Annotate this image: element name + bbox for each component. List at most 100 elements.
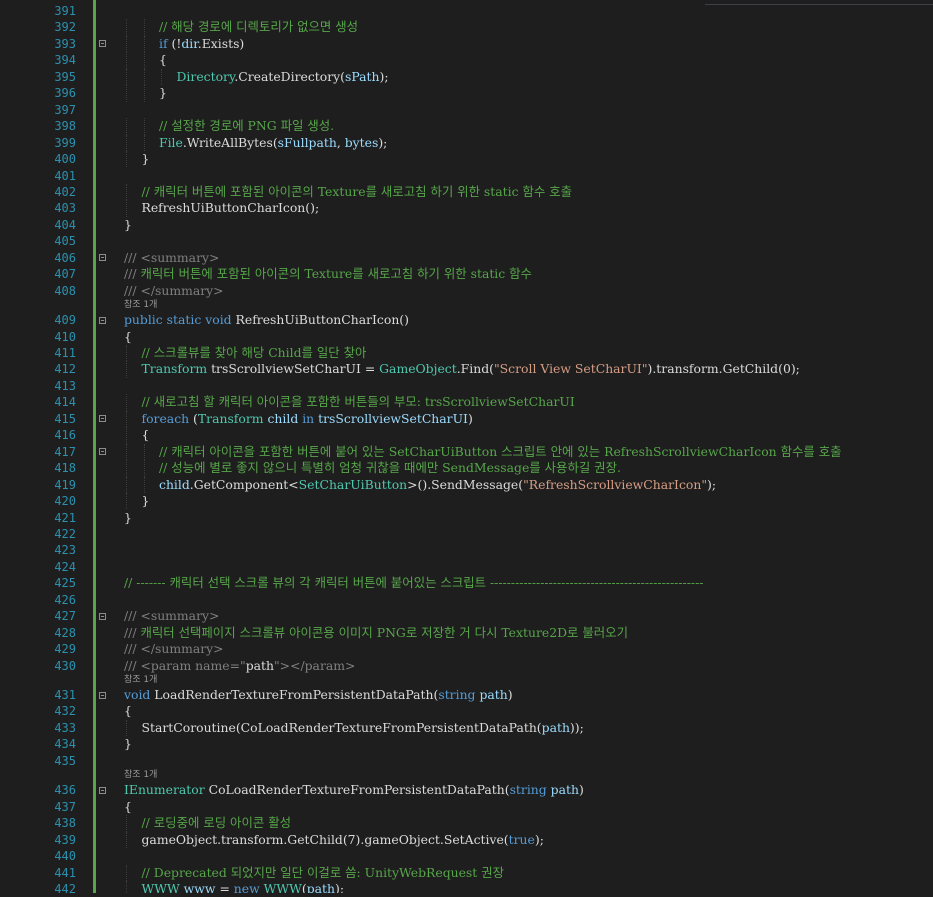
code-token: child <box>267 410 299 426</box>
code-token: if <box>159 35 168 51</box>
line-number: 392 <box>54 20 76 35</box>
code-line[interactable]: // 성능에 별로 좋지 않으니 특별히 엄청 귀찮을 때에만 SendMess… <box>159 460 621 476</box>
code-line[interactable]: // 캐릭터 버튼에 포함된 아이콘의 Texture를 새로고침 하기 위한 … <box>142 184 573 200</box>
code-line[interactable]: /// <summary> <box>124 608 219 624</box>
code-token: ) <box>578 782 584 798</box>
collapse-toggle-icon[interactable] <box>99 415 106 423</box>
code-line[interactable]: // 캐릭터 아이콘을 포함한 버튼에 붙어 있는 SetCharUiButto… <box>159 444 842 460</box>
line-number: 417 <box>54 444 76 459</box>
code-line[interactable]: // ------- 캐릭터 선택 스크롤 뷰의 각 캐릭터 버튼에 붙어있는 … <box>124 575 704 591</box>
code-token: void <box>205 312 232 328</box>
code-line[interactable]: } <box>124 736 132 752</box>
code-line[interactable]: } <box>142 151 150 167</box>
collapse-toggle-icon[interactable] <box>99 786 106 794</box>
code-token: ( <box>189 410 198 426</box>
code-line[interactable]: { <box>124 703 132 719</box>
line-number: 394 <box>54 53 76 68</box>
line-number: 428 <box>54 625 76 640</box>
code-line[interactable]: /// 캐릭터 버튼에 포함된 아이콘의 Texture를 새로고침 하기 위한… <box>124 266 532 282</box>
line-number: 423 <box>54 543 76 558</box>
collapse-toggle-icon[interactable] <box>99 691 106 699</box>
code-line[interactable]: // 설정한 경로에 PNG 파일 생성. <box>159 118 334 134</box>
code-token: // 스크롤뷰를 찾아 해당 Child를 일단 찾아 <box>141 345 367 360</box>
code-token: 캐릭터 버튼에 포함된 아이콘의 Texture를 새로고침 하기 위한 sta… <box>140 266 532 282</box>
code-token: // 캐릭터 버튼에 포함된 아이콘의 Texture를 새로고침 하기 위한 … <box>141 183 573 199</box>
code-token: // Deprecated 되었지만 일단 이걸로 씀: UnityWebReq… <box>141 864 505 880</box>
collapse-toggle-icon[interactable] <box>99 316 106 324</box>
code-line[interactable]: foreach (Transform child in trsScrollvie… <box>142 411 473 427</box>
code-token: >().SendMessage( <box>407 476 524 492</box>
code-line[interactable]: { <box>124 799 132 815</box>
code-lens-references[interactable]: 참조 1개 <box>124 300 157 311</box>
code-token: sFullpath <box>277 134 337 150</box>
code-token: } <box>124 509 132 525</box>
code-line[interactable]: // 새로고침 할 캐릭터 아이콘을 포함한 버튼들의 부모: trsScrol… <box>142 394 575 410</box>
line-number: 432 <box>54 704 76 719</box>
code-line[interactable]: StartCoroutine(CoLoadRenderTextureFromPe… <box>142 720 584 736</box>
code-line[interactable]: File.WriteAllBytes(sFullpath, bytes); <box>159 135 387 151</box>
code-line[interactable]: WWW www = new WWW(path); <box>142 881 345 893</box>
code-lens-references[interactable]: 참조 1개 <box>124 675 157 686</box>
collapse-toggle-icon[interactable] <box>99 40 106 48</box>
code-line[interactable]: Transform trsScrollviewSetCharUI = GameO… <box>142 361 800 377</box>
code-line[interactable]: RefreshUiButtonCharIcon(); <box>142 200 320 216</box>
code-token: LoadRenderTextureFromPersistentDataPath( <box>150 687 439 702</box>
code-line[interactable]: // 해당 경로에 디렉토리가 없으면 생성 <box>159 19 358 35</box>
code-token: // 성능에 별로 좋지 않으니 특별히 엄청 귀찮을 때에만 SendMess… <box>159 460 621 476</box>
code-line[interactable]: } <box>142 493 150 509</box>
line-number: 406 <box>54 250 76 265</box>
code-text-area[interactable]: // 해당 경로에 디렉토리가 없으면 생성 if (!dir.Exists){D… <box>112 0 933 893</box>
line-number: 391 <box>54 4 76 18</box>
code-line[interactable]: { <box>124 329 132 345</box>
code-token: .Exists) <box>197 35 245 51</box>
code-line[interactable]: // Deprecated 되었지만 일단 이걸로 씀: UnityWebReq… <box>142 865 505 881</box>
code-line[interactable]: { <box>159 52 167 68</box>
code-token: { <box>124 703 132 719</box>
outlining-margin <box>96 0 112 893</box>
code-line[interactable]: /// </summary> <box>124 641 224 657</box>
collapse-toggle-icon[interactable] <box>99 448 106 456</box>
indent-guide <box>126 719 127 737</box>
code-line[interactable]: /// <param name="path"></param> <box>124 658 355 674</box>
code-line[interactable]: gameObject.transform.GetChild(7).gameObj… <box>142 832 544 848</box>
code-token: /// <box>124 624 141 640</box>
code-token: /// <summary> <box>124 608 220 624</box>
code-token: } <box>159 85 167 101</box>
code-line[interactable]: /// 캐릭터 선택페이지 스크롤뷰 아이콘용 이미지 PNG로 저장한 거 다… <box>124 625 628 641</box>
line-number: 403 <box>54 201 76 216</box>
code-token: SetCharUiButton <box>298 476 408 492</box>
line-number: 401 <box>54 168 76 183</box>
code-line[interactable]: } <box>124 217 132 233</box>
indent-guide <box>143 52 145 69</box>
code-line[interactable]: { <box>142 427 150 443</box>
indent-guide <box>126 361 127 378</box>
code-line[interactable]: /// <summary> <box>124 250 219 266</box>
code-token: sPath <box>344 68 380 84</box>
collapse-toggle-icon[interactable] <box>99 612 106 620</box>
code-line[interactable]: // 스크롤뷰를 찾아 해당 Child를 일단 찾아 <box>142 345 367 361</box>
indent-guide <box>143 134 145 152</box>
code-token: RefreshUiButtonCharIcon(); <box>141 200 320 216</box>
code-token: 캐릭터 선택페이지 스크롤뷰 아이콘용 이미지 PNG로 저장한 거 다시 Te… <box>140 624 628 640</box>
line-number: 415 <box>54 411 76 426</box>
code-line[interactable]: void LoadRenderTextureFromPersistentData… <box>124 687 513 703</box>
code-lens-references[interactable]: 참조 1개 <box>124 770 157 781</box>
line-number: 426 <box>54 592 76 607</box>
code-token: ); <box>334 880 344 893</box>
code-line[interactable]: public static void RefreshUiButtonCharIc… <box>124 312 409 328</box>
code-line[interactable]: Directory.CreateDirectory(sPath); <box>177 69 389 85</box>
code-token: .GetComponent< <box>189 476 299 492</box>
code-line[interactable]: // 로딩중에 로딩 아이콘 활성 <box>142 815 292 831</box>
code-token: path <box>541 719 570 735</box>
code-token: { <box>124 328 132 344</box>
collapse-toggle-icon[interactable] <box>99 254 106 262</box>
code-token: child <box>159 476 190 492</box>
code-line[interactable]: } <box>159 85 167 101</box>
code-line[interactable]: child.GetComponent<SetCharUiButton>().Se… <box>159 477 716 493</box>
code-line[interactable]: if (!dir.Exists) <box>159 36 244 52</box>
code-line[interactable]: IEnumerator CoLoadRenderTextureFromPersi… <box>124 782 584 798</box>
code-line[interactable]: /// </summary> <box>124 283 224 299</box>
code-editor[interactable]: // 해당 경로에 디렉토리가 없으면 생성 if (!dir.Exists){D… <box>0 0 933 896</box>
code-line[interactable]: } <box>124 510 132 526</box>
indent-guide <box>126 443 127 461</box>
